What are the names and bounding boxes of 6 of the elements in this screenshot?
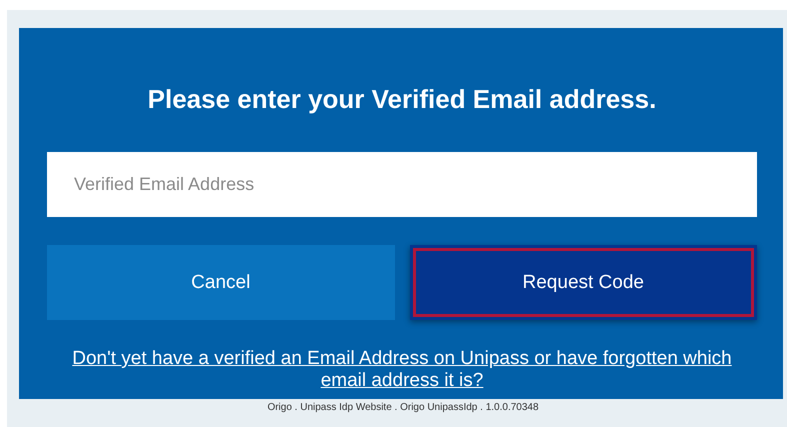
help-link[interactable]: Don't yet have a verified an Email Address on Unipass or have forgotten which email address it is? — [47, 348, 757, 392]
cancel-button[interactable]: Cancel — [47, 245, 394, 320]
email-field[interactable]: Verified Email Address — [47, 152, 757, 217]
footer-text: Origo . Unipass Idp Website . Origo UnipassIdp . 1.0.0.70348 — [266, 402, 540, 413]
heading: Please enter your Verified Email address. — [146, 84, 658, 115]
request-code-button[interactable]: Request Code — [410, 245, 757, 320]
